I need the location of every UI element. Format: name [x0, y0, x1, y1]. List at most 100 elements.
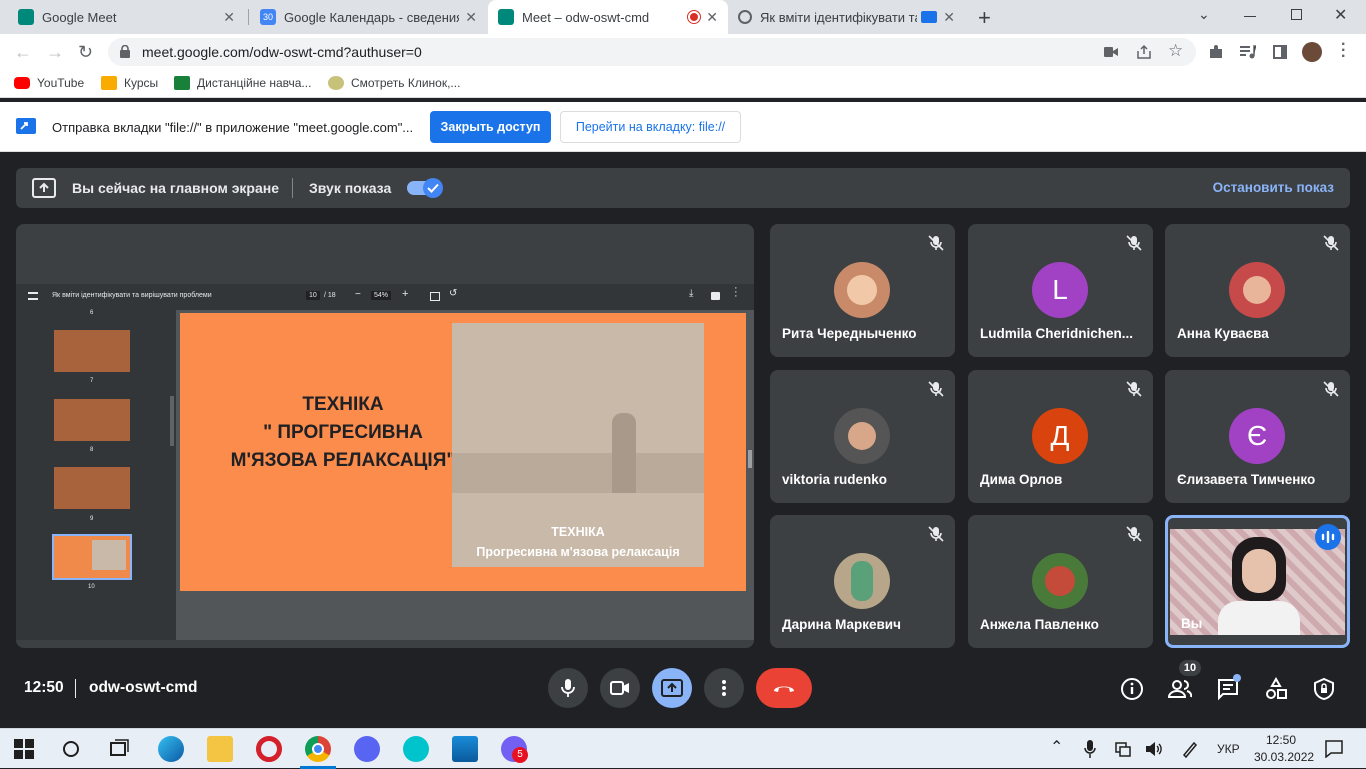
tray-chevron-up-icon[interactable]: ⌃ [1050, 737, 1063, 757]
fit-page-icon[interactable] [430, 292, 440, 301]
photos-icon[interactable] [452, 736, 478, 762]
people-icon[interactable] [1168, 677, 1192, 701]
pdf-more-icon[interactable]: · · · [734, 283, 738, 302]
stop-sharing-button[interactable]: Закрыть доступ [430, 111, 551, 143]
page-scrollbar[interactable] [748, 450, 752, 468]
browser-tab-calendar[interactable]: 30 Google Календарь - сведения о ✕ [250, 0, 487, 34]
pdf-page-number-field[interactable]: 10 [306, 291, 320, 300]
menu-hamburger-icon[interactable] [28, 292, 38, 300]
participant-tile[interactable]: Дарина Маркевич [770, 515, 955, 648]
pen-workspace-icon[interactable] [1181, 740, 1199, 758]
restore-icon[interactable] [1291, 9, 1302, 20]
mic-off-icon [928, 381, 944, 397]
download-icon[interactable]: ⤓ [689, 288, 693, 299]
tab-search-chevron-icon[interactable]: ⌄ [1198, 6, 1210, 23]
bookmark-star-icon[interactable]: ☆ [1168, 41, 1183, 61]
participant-tile[interactable]: Анжела Павленко [968, 515, 1153, 648]
pdf-zoom-field[interactable]: 54% [371, 291, 392, 300]
participant-tile[interactable]: Анна Куваєва [1165, 224, 1350, 357]
search-circle-icon[interactable] [63, 741, 79, 757]
task-view-icon[interactable] [108, 736, 130, 762]
mic-off-icon [1323, 235, 1339, 251]
share-icon[interactable] [1136, 44, 1152, 60]
participant-count-badge: 10 [1179, 660, 1201, 676]
present-screen-icon [32, 178, 56, 198]
present-screen-icon [661, 679, 683, 697]
present-now-button[interactable] [652, 668, 692, 708]
profile-avatar[interactable] [1302, 42, 1322, 62]
rotate-icon[interactable]: ↺ [449, 288, 457, 299]
close-icon[interactable]: ✕ [943, 9, 955, 26]
clock-date[interactable]: 30.03.2022 [1254, 750, 1314, 764]
avatar-initial: Д [1050, 420, 1070, 451]
edge-browser-icon[interactable] [158, 736, 184, 762]
print-icon[interactable] [711, 292, 720, 300]
forward-arrow-icon[interactable]: → [46, 42, 64, 62]
participant-name: viktoria rudenko [782, 472, 888, 487]
more-options-button[interactable] [704, 668, 744, 708]
self-name: Вы [1181, 616, 1203, 631]
zoom-out-icon[interactable]: − [355, 289, 361, 300]
zoom-in-icon[interactable]: + [402, 288, 408, 300]
menu-kebab-icon[interactable]: · · · [1341, 37, 1346, 65]
participant-tile[interactable]: Рита Чередныченко [770, 224, 955, 357]
activities-icon[interactable] [1264, 677, 1288, 701]
stop-presenting-button[interactable]: Остановить показ [1213, 180, 1334, 195]
bookmark-youtube[interactable]: YouTube [14, 76, 84, 90]
omnibox[interactable]: meet.google.com/odw-oswt-cmd?authuser=0 … [108, 38, 1196, 66]
camera-button[interactable] [600, 668, 640, 708]
canva-icon[interactable] [403, 736, 429, 762]
participant-tile[interactable]: viktoria rudenko [770, 370, 955, 503]
person-silhouette [612, 413, 636, 493]
media-controls-icon[interactable] [1240, 45, 1256, 59]
slide-page: ТЕХНІКА " ПРОГРЕСИВНА М'ЯЗОВА РЕЛАКСАЦІЯ… [180, 313, 746, 591]
participant-tile[interactable]: L Ludmila Cheridnichen... [968, 224, 1153, 357]
page-thumbnail[interactable] [54, 467, 130, 509]
meeting-code: odw-oswt-cmd [89, 679, 198, 696]
side-panel-icon[interactable] [1273, 45, 1287, 59]
bookmark-watch[interactable]: Смотреть Клинок,... [328, 76, 460, 90]
browser-tab-strip: Google Meet ✕ 30 Google Календарь - свед… [0, 0, 1366, 34]
opera-browser-icon[interactable] [256, 736, 282, 762]
microphone-button[interactable] [548, 668, 588, 708]
self-video-tile[interactable]: Вы [1165, 515, 1350, 648]
page-thumbnail-selected[interactable] [52, 534, 132, 580]
chrome-browser-icon[interactable] [305, 736, 331, 762]
file-explorer-icon[interactable] [207, 736, 233, 762]
close-icon[interactable]: ✕ [706, 9, 718, 26]
bookmark-courses[interactable]: Курсы [101, 76, 158, 90]
window-close-icon[interactable]: ✕ [1334, 5, 1347, 25]
leave-call-button[interactable] [756, 668, 812, 708]
minimize-icon[interactable] [1244, 16, 1256, 17]
extensions-puzzle-icon[interactable] [1208, 44, 1224, 60]
image-caption-2: Прогресивна м'язова релаксація [476, 545, 680, 559]
browser-tab-google-meet[interactable]: Google Meet ✕ [8, 0, 245, 34]
participant-tile[interactable]: Д Дима Орлов [968, 370, 1153, 503]
microphone-tray-icon[interactable] [1084, 739, 1096, 759]
participant-tile[interactable]: Є Єлизавета Тимченко [1165, 370, 1350, 503]
volume-icon[interactable] [1145, 741, 1163, 757]
close-icon[interactable]: ✕ [223, 9, 235, 26]
bookmark-distance-learning[interactable]: Дистанційне навча... [174, 76, 311, 90]
switch-to-tab-button[interactable]: Перейти на вкладку: file:// [560, 111, 741, 143]
discord-icon[interactable] [354, 736, 380, 762]
browser-tab-meet-active[interactable]: Meet – odw-oswt-cmd ✕ [488, 0, 728, 34]
clock-time[interactable]: 12:50 [1266, 733, 1296, 747]
thumbnail-scrollbar[interactable] [170, 396, 174, 446]
presentation-audio-toggle[interactable] [407, 178, 445, 198]
reload-icon[interactable]: ↻ [78, 42, 93, 62]
browser-tab-shared-file[interactable]: Як вміти ідентифікувати та ✕ [728, 0, 965, 34]
meeting-details-info-icon[interactable] [1120, 677, 1144, 701]
page-thumbnail[interactable] [54, 330, 130, 372]
keyboard-language[interactable]: УКР [1217, 742, 1240, 756]
network-icon[interactable] [1114, 741, 1132, 757]
camera-indicator-icon[interactable] [1104, 46, 1118, 58]
page-thumbnail[interactable] [54, 399, 130, 441]
back-arrow-icon[interactable]: ← [14, 42, 32, 62]
new-tab-plus-icon[interactable]: + [978, 5, 991, 31]
windows-start-icon[interactable] [14, 736, 34, 762]
host-controls-shield-icon[interactable] [1312, 677, 1336, 701]
close-icon[interactable]: ✕ [465, 9, 477, 26]
presentation-stage: Як вміти ідентифікувати та вирішувати пр… [16, 224, 754, 648]
notifications-icon[interactable] [1325, 740, 1343, 758]
